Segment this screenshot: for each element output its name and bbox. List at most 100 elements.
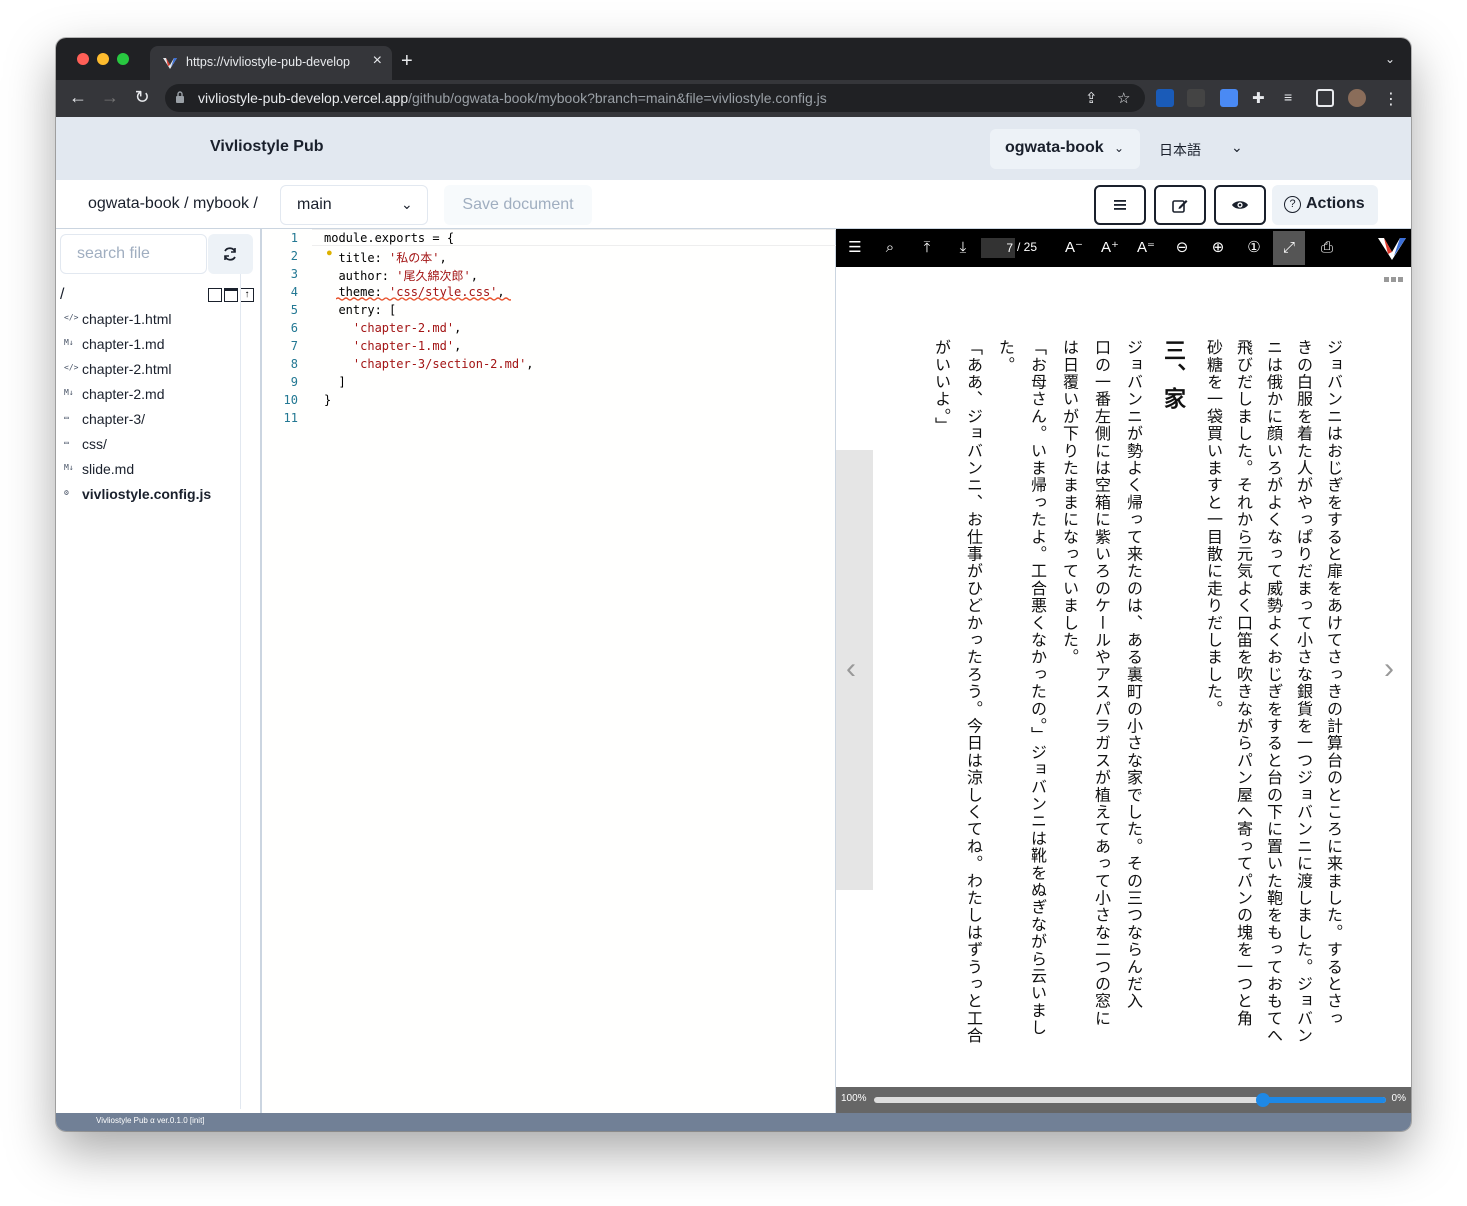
new-folder-icon[interactable] — [224, 288, 238, 302]
page-slider-thumb[interactable] — [1256, 1093, 1271, 1107]
code-line: } — [324, 393, 331, 407]
text-column: た。 — [996, 339, 1015, 374]
minimize-window-button[interactable] — [97, 53, 109, 65]
font-size-increase-icon[interactable]: A⁺ — [1099, 237, 1121, 259]
first-page-icon[interactable]: ⤒ — [916, 237, 938, 259]
side-panel-icon[interactable] — [1316, 89, 1334, 107]
line-number: 11 — [283, 411, 298, 425]
gear-icon: ⚙ — [64, 488, 69, 497]
markdown-file-icon: M↓ — [64, 338, 74, 347]
toggle-preview-button[interactable] — [1214, 185, 1266, 225]
code-token: module.exports = { — [324, 231, 455, 245]
file-item[interactable]: M↓ chapter-2.md — [64, 385, 244, 410]
zoom-left-label: 100% — [841, 1093, 867, 1104]
table-of-contents-icon[interactable]: ☰ — [844, 237, 866, 259]
font-size-reset-icon[interactable]: A⁼ — [1135, 237, 1157, 259]
line-number: 6 — [290, 321, 298, 335]
version-label: Vivliostyle Pub α ver.0.1.0 [init] — [96, 1116, 205, 1125]
status-footer: Vivliostyle Pub α ver.0.1.0 [init] — [56, 1113, 1411, 1131]
file-item[interactable]: M↓ slide.md — [64, 460, 244, 485]
extension-2-icon[interactable] — [1187, 89, 1205, 107]
next-page-icon[interactable]: ⤓ — [952, 237, 974, 259]
text-column: ニは俄かに顔いろがよくなって威勢よくおじぎをすると台の下に置いた鞄をもっておもて… — [1264, 339, 1283, 1045]
bookmark-star-icon[interactable]: ☆ — [1117, 89, 1130, 107]
file-item[interactable]: ▭ chapter-3/ — [64, 410, 244, 435]
user-menu-button[interactable]: ogwata-book ⌄ — [990, 129, 1140, 169]
file-item[interactable]: ⚙ vivliostyle.config.js — [64, 485, 244, 510]
next-page-arrow-icon[interactable]: › — [1384, 652, 1394, 686]
zoom-bar: 100% 0% — [836, 1087, 1411, 1113]
file-name: chapter-1.md — [82, 336, 165, 352]
actions-menu-button[interactable]: ? Actions — [1272, 185, 1378, 225]
code-string-token: '私の本' — [389, 251, 440, 265]
lock-icon — [176, 91, 184, 103]
chevron-down-icon: ⌄ — [1231, 139, 1243, 155]
language-select[interactable]: 日本語 ⌄ — [1151, 129, 1251, 169]
branch-label: main — [297, 196, 332, 213]
browser-tab[interactable]: https://vivliostyle-pub-develop × — [150, 46, 392, 80]
zoom-in-icon[interactable]: ⊕ — [1207, 237, 1229, 259]
lightbulb-icon[interactable]: ● — [326, 247, 333, 259]
translate-extension-icon[interactable] — [1220, 89, 1238, 107]
new-file-icon[interactable] — [208, 288, 222, 302]
document-toolbar: ogwata-book / mybook / main ⌄ Save docum… — [56, 180, 1411, 229]
text-column: ジョバンニはおじぎをすると扉をあけてさっきの計算台のところに来ました。するとさっ — [1324, 339, 1343, 1027]
font-size-decrease-icon[interactable]: A⁻ — [1063, 237, 1085, 259]
language-label: 日本語 — [1159, 142, 1201, 158]
code-token: , — [454, 339, 462, 353]
zoom-out-icon[interactable]: ⊖ — [1171, 237, 1193, 259]
url-field[interactable]: vivliostyle-pub-develop.vercel.app/githu… — [165, 84, 1145, 112]
line-number: 8 — [290, 357, 298, 371]
share-icon[interactable]: ⇪ — [1085, 89, 1098, 107]
close-window-button[interactable] — [77, 53, 89, 65]
zoom-actual-size-icon[interactable]: ① — [1243, 237, 1265, 259]
branch-select[interactable]: main ⌄ — [280, 185, 428, 225]
extension-1-icon[interactable] — [1156, 89, 1174, 107]
back-arrow-icon[interactable]: ← — [67, 87, 89, 108]
new-tab-button[interactable]: + — [401, 50, 413, 73]
viewer-menu-dots-icon[interactable] — [1384, 269, 1408, 282]
browser-menu-icon[interactable]: ⋮ — [1382, 89, 1400, 108]
chevron-down-icon: ⌄ — [1114, 141, 1125, 155]
code-editor[interactable]: 1 2 3 4 5 6 7 8 9 10 11 module.exports = { title: … — [261, 229, 836, 1113]
sidebar-scrollbar[interactable] — [240, 274, 260, 1109]
eye-icon — [1232, 201, 1248, 209]
file-item[interactable]: </> chapter-1.html — [64, 310, 244, 335]
search-icon[interactable]: ⌕ — [879, 237, 901, 259]
line-number: 5 — [290, 303, 298, 317]
code-line: module.exports = { — [324, 231, 454, 245]
reload-icon[interactable]: ↻ — [131, 87, 153, 108]
forward-arrow-icon[interactable]: → — [99, 87, 121, 108]
code-token: , — [439, 251, 447, 265]
page-slider[interactable] — [874, 1093, 1386, 1107]
file-item[interactable]: M↓ chapter-1.md — [64, 335, 244, 360]
file-item[interactable]: ▭ css/ — [64, 435, 244, 460]
code-token: ] — [324, 375, 346, 389]
print-icon[interactable]: ⎙ — [1316, 237, 1338, 259]
fit-to-screen-icon[interactable]: ⤢ — [1273, 231, 1305, 265]
file-item[interactable]: </> chapter-2.html — [64, 360, 244, 385]
page-slider-fill — [1263, 1097, 1386, 1103]
vivliostyle-favicon-icon — [163, 58, 177, 69]
folder-icon: ▭ — [64, 413, 69, 422]
tab-search-chevron-icon[interactable]: ⌄ — [1385, 52, 1395, 66]
save-document-button[interactable]: Save document — [444, 185, 592, 225]
url-text: vivliostyle-pub-develop.vercel.app/githu… — [198, 90, 827, 106]
toggle-explorer-button[interactable] — [1094, 185, 1146, 225]
code-line: ] — [324, 375, 346, 389]
profile-avatar[interactable] — [1348, 89, 1366, 107]
page-total: / 25 — [1017, 240, 1038, 254]
previous-page-arrow-icon[interactable]: ‹ — [846, 652, 856, 686]
page-number-input[interactable]: 7 — [981, 238, 1015, 258]
text-column: 砂糖を一袋買いますと一目散に走りだしました。 — [1204, 339, 1223, 718]
toggle-editor-button[interactable] — [1154, 185, 1206, 225]
refresh-button[interactable] — [208, 234, 253, 274]
search-file-input[interactable] — [60, 234, 207, 274]
reading-list-icon[interactable]: ≡ — [1284, 89, 1302, 107]
close-tab-icon[interactable]: × — [373, 52, 382, 70]
text-column: 「お母さん。いま帰ったよ。工合悪くなかったの。」ジョバンニは靴をぬぎながら云いま… — [1028, 339, 1047, 1037]
extensions-puzzle-icon[interactable]: ✚ — [1252, 89, 1270, 107]
maximize-window-button[interactable] — [117, 53, 129, 65]
file-name: chapter-2.html — [82, 361, 172, 377]
